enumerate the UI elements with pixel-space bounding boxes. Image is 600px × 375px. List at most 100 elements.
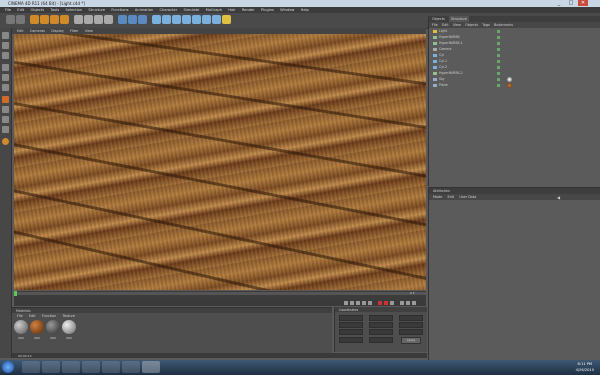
minimize-button[interactable]: _: [554, 0, 564, 6]
material-swatch[interactable]: [30, 320, 44, 334]
position-z-field[interactable]: [339, 329, 363, 335]
visibility-check[interactable]: [497, 54, 500, 57]
visibility-check[interactable]: [497, 42, 500, 45]
undo-icon[interactable]: [6, 15, 15, 24]
object-row[interactable]: Camera: [429, 47, 600, 52]
objects-menu-tags[interactable]: Tags: [482, 22, 490, 28]
maximize-button[interactable]: □: [566, 0, 576, 6]
redo-icon[interactable]: [16, 15, 25, 24]
start-button-icon[interactable]: [2, 361, 14, 373]
z-axis-icon[interactable]: [94, 15, 103, 24]
explorer-task-icon[interactable]: [22, 361, 40, 373]
objects-menu-edit[interactable]: Edit: [442, 22, 449, 28]
material-swatch[interactable]: [62, 320, 76, 334]
render-settings-icon[interactable]: [138, 15, 147, 24]
firefox-task-icon[interactable]: [62, 361, 80, 373]
size-z-field[interactable]: [369, 329, 393, 335]
object-tool-icon[interactable]: [2, 42, 9, 49]
points-tool-icon[interactable]: [2, 64, 9, 71]
record-icon[interactable]: [378, 301, 382, 305]
scale-key-icon[interactable]: [412, 301, 416, 305]
edges-tool-icon[interactable]: [2, 74, 9, 81]
visibility-check[interactable]: [497, 30, 500, 33]
attributes-menu-mode[interactable]: Mode: [433, 194, 442, 200]
object-row[interactable]: HyperNURBS.2: [429, 71, 600, 76]
camera-icon[interactable]: [212, 15, 221, 24]
objects-menu-bookmarks[interactable]: Bookmarks: [494, 22, 513, 28]
polygons-tool-icon[interactable]: [2, 84, 9, 91]
tweak-tool-icon[interactable]: [2, 106, 9, 113]
spline-icon[interactable]: [162, 15, 171, 24]
objects-menu-file[interactable]: File: [432, 22, 438, 28]
app-task-icon[interactable]: [122, 361, 140, 373]
visibility-check[interactable]: [497, 84, 500, 87]
browser-task-icon[interactable]: [102, 361, 120, 373]
material-tag-icon[interactable]: [507, 77, 512, 82]
model-tool-icon[interactable]: [2, 32, 9, 39]
size-x-field[interactable]: [369, 315, 393, 321]
go-to-start-icon[interactable]: [344, 301, 348, 305]
materials-menu-texture[interactable]: Texture: [63, 314, 75, 319]
go-to-end-icon[interactable]: [368, 301, 372, 305]
step-forward-icon[interactable]: [362, 301, 366, 305]
scene-icon[interactable]: [202, 15, 211, 24]
rotate-icon[interactable]: [60, 15, 69, 24]
autokey-icon[interactable]: [384, 301, 388, 305]
timeline-playhead[interactable]: [14, 291, 17, 296]
materials-menu-function[interactable]: Function: [42, 314, 56, 319]
folder-task-icon[interactable]: [42, 361, 60, 373]
keyframe-selection-icon[interactable]: [390, 301, 394, 305]
coordinate-mode-select[interactable]: [339, 337, 363, 343]
rotation-h-field[interactable]: [399, 315, 423, 321]
visibility-check[interactable]: [497, 78, 500, 81]
size-mode-select[interactable]: [369, 337, 393, 343]
visibility-check[interactable]: [497, 72, 500, 75]
render-picture-viewer-icon[interactable]: [128, 15, 137, 24]
sculpt-tool-icon[interactable]: [2, 138, 9, 145]
cube-icon[interactable]: [152, 15, 161, 24]
close-button[interactable]: ✕: [578, 0, 588, 6]
live-selection-icon[interactable]: [30, 15, 39, 24]
visibility-check[interactable]: [497, 66, 500, 69]
back-arrow-icon[interactable]: ◀: [557, 195, 560, 201]
timeline[interactable]: 0 F: [14, 291, 426, 300]
texture-tool-icon[interactable]: [2, 52, 9, 59]
materials-menu-edit[interactable]: Edit: [29, 314, 36, 319]
media-task-icon[interactable]: [82, 361, 100, 373]
object-row[interactable]: Plane: [429, 83, 600, 88]
object-row[interactable]: HyperNURBS: [429, 35, 600, 40]
step-back-icon[interactable]: [350, 301, 354, 305]
render-view-icon[interactable]: [118, 15, 127, 24]
nurbs-icon[interactable]: [172, 15, 181, 24]
materials-menu-file[interactable]: File: [17, 314, 23, 319]
objects-menu-view[interactable]: View: [453, 22, 461, 28]
apply-button[interactable]: Apply: [401, 337, 421, 344]
attributes-menu-user-data[interactable]: User Data: [459, 194, 476, 200]
rotation-key-icon[interactable]: [406, 301, 410, 305]
object-row[interactable]: Light: [429, 29, 600, 34]
scale-icon[interactable]: [50, 15, 59, 24]
position-y-field[interactable]: [339, 322, 363, 328]
timeline-track[interactable]: [14, 292, 426, 295]
attributes-menu-edit[interactable]: Edit: [448, 194, 455, 200]
object-row[interactable]: Cyl.1: [429, 59, 600, 64]
cinema4d-task-icon[interactable]: [142, 361, 160, 373]
deformer-icon[interactable]: [192, 15, 201, 24]
system-clock[interactable]: 8:11 PM 4/26/2010: [576, 361, 594, 373]
y-axis-icon[interactable]: [84, 15, 93, 24]
visibility-check[interactable]: [497, 48, 500, 51]
rotation-b-field[interactable]: [399, 329, 423, 335]
3d-viewport[interactable]: [14, 34, 426, 290]
visibility-check[interactable]: [497, 60, 500, 63]
axis-tool-icon[interactable]: [2, 96, 9, 103]
object-row[interactable]: Cyl: [429, 53, 600, 58]
light-icon[interactable]: [222, 15, 231, 24]
visibility-check[interactable]: [497, 36, 500, 39]
array-icon[interactable]: [182, 15, 191, 24]
play-icon[interactable]: [356, 301, 360, 305]
snap-tool-icon[interactable]: [2, 116, 9, 123]
size-y-field[interactable]: [369, 322, 393, 328]
rotation-p-field[interactable]: [399, 322, 423, 328]
coord-system-icon[interactable]: [104, 15, 113, 24]
material-swatch[interactable]: [14, 320, 28, 334]
